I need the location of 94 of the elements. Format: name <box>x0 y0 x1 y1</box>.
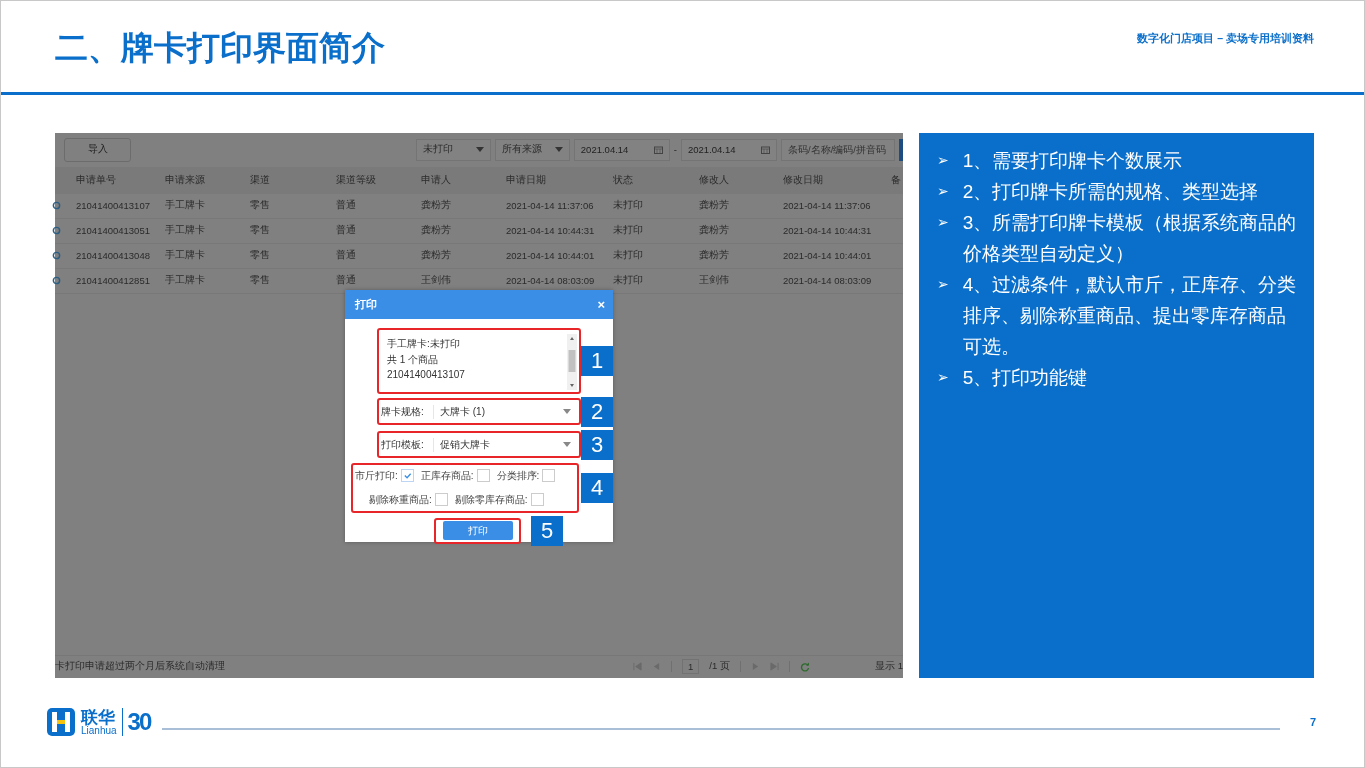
summary-line: 手工牌卡:未打印 <box>387 336 461 351</box>
column-header: 修改日期 <box>783 173 824 187</box>
summary-line: 21041400413107 <box>387 368 465 380</box>
import-button[interactable]: 导入 <box>64 137 131 162</box>
column-header: 申请日期 <box>506 173 547 187</box>
field-label: 打印模板: <box>381 437 434 452</box>
table-cell-text: 龚粉芳 <box>421 249 452 263</box>
column-header: 申请单号 <box>76 173 117 187</box>
print-button[interactable]: 打印 <box>442 521 513 541</box>
bullet-arrow: ➢ <box>937 181 949 201</box>
callout-number: 4 <box>581 472 613 503</box>
select-dropdown[interactable]: 促销大牌卡 <box>434 437 575 452</box>
filter-dropdown[interactable]: 所有来源 <box>494 138 570 161</box>
table-cell-text: 普通 <box>336 274 357 288</box>
table-cell-text: 手工牌卡 <box>165 199 206 213</box>
table-cell-text: 手工牌卡 <box>165 224 206 238</box>
table-cell-text: 2021-04-14 08:03:09 <box>783 275 873 287</box>
table-cell-text: 2021-04-14 11:37:06 <box>783 200 872 212</box>
bullet-arrow: ➢ <box>937 150 949 170</box>
table-cell-text: 21041400412851 <box>76 275 151 287</box>
page-number: 7 <box>1309 716 1316 729</box>
table-cell-text: 龚粉芳 <box>699 249 730 263</box>
table-cell-text: 未打印 <box>613 274 644 288</box>
summary-line: 共 1 个商品 <box>387 352 440 367</box>
cleanup-note: 卡打印申请超过两个月后系统自动清理 <box>55 660 225 674</box>
callout-number: 1 <box>581 345 613 376</box>
page-total: /1 页 <box>709 660 730 674</box>
table-cell-text: 2021-04-14 10:44:31 <box>783 225 873 237</box>
column-header: 渠道等级 <box>336 173 377 187</box>
table-cell-text: 2021-04-14 11:37:06 <box>506 200 595 212</box>
slide-title: 二、牌卡打印界面简介 <box>55 28 385 68</box>
table-cell-text: 龚粉芳 <box>699 224 730 238</box>
note-text: 1、需要打印牌卡个数展示 <box>962 148 1183 173</box>
column-header: 备 <box>891 173 902 187</box>
table-cell-text: 零售 <box>250 224 271 238</box>
search-field[interactable]: 条码/名称/编码/拼音码 <box>781 138 895 161</box>
column-header: 状态 <box>613 173 634 187</box>
display-count: 显示 1 <box>875 660 903 674</box>
table-cell-text: 零售 <box>250 249 271 263</box>
bullet-arrow: ➢ <box>937 367 949 387</box>
close-button[interactable]: × <box>597 296 605 312</box>
date-field[interactable]: 2021.04.14 <box>573 138 670 161</box>
table-cell-text: 普通 <box>336 249 357 263</box>
column-header: 申请人 <box>421 173 452 187</box>
table-cell-text: 21041400413051 <box>76 225 151 237</box>
logo-latin-name: Lianhua <box>81 726 117 736</box>
anniversary-mark: 30 <box>127 708 151 737</box>
note-text: 5、打印功能键 <box>962 365 1088 390</box>
option-label: 分类排序: <box>496 468 540 483</box>
table-cell-text: 龚粉芳 <box>699 199 730 213</box>
bullet-arrow: ➢ <box>937 274 949 294</box>
option-label: 剔除称重商品: <box>369 492 432 507</box>
table-cell-text: 2021-04-14 08:03:09 <box>506 275 596 287</box>
table-cell-text: 未打印 <box>613 249 644 263</box>
logo-name: 联华 <box>81 709 115 726</box>
table-cell-text: 龚粉芳 <box>421 199 452 213</box>
table-cell-text: 21041400413048 <box>76 250 151 262</box>
select-dropdown[interactable]: 大牌卡 (1) <box>434 404 575 419</box>
note-text: 3、所需打印牌卡模板（根据系统商品的价格类型自动定义） <box>962 210 1298 266</box>
option-label: 市斤打印: <box>355 468 398 483</box>
table-cell-text: 2021-04-14 10:44:31 <box>506 225 596 237</box>
note-text: 4、过滤条件，默认市斤，正库存、分类排序、剔除称重商品、提出零库存商品可选。 <box>962 272 1298 359</box>
callout-number: 5 <box>531 515 563 546</box>
column-header: 修改人 <box>699 173 730 187</box>
table-cell-text: 王剑伟 <box>421 274 452 288</box>
table-cell-text: 手工牌卡 <box>165 274 206 288</box>
field-label: 牌卡规格: <box>381 404 434 419</box>
slide-subtitle: 数字化门店项目 – 卖场专用培训资料 <box>1137 31 1314 46</box>
table-cell-text: 普通 <box>336 224 357 238</box>
option-label: 剔除零库存商品: <box>454 492 528 507</box>
callout-number: 3 <box>581 429 613 460</box>
table-cell-text: 未打印 <box>613 224 644 238</box>
table-cell-text: 普通 <box>336 199 357 213</box>
callout-number: 2 <box>581 396 613 427</box>
column-header: 渠道 <box>250 173 271 187</box>
table-cell-text: 2021-04-14 10:44:01 <box>506 250 596 262</box>
column-header: 申请来源 <box>165 173 206 187</box>
table-cell-text: 未打印 <box>613 199 644 213</box>
page-field[interactable]: 1 <box>682 659 700 675</box>
table-cell-text: 零售 <box>250 274 271 288</box>
note-text: 2、打印牌卡所需的规格、类型选择 <box>962 179 1259 204</box>
option-label: 正库存商品: <box>420 468 474 483</box>
dialog-title: 打印 <box>355 296 377 312</box>
table-cell-text: 王剑伟 <box>699 274 730 288</box>
table-cell-text: 手工牌卡 <box>165 249 206 263</box>
date-separator: - <box>673 144 677 156</box>
table-cell-text: 21041400413107 <box>76 200 151 212</box>
table-cell-text: 零售 <box>250 199 271 213</box>
summary-text-area[interactable]: 手工牌卡:未打印 共 1 个商品 21041400413107 <box>379 329 579 392</box>
filter-dropdown[interactable]: 未打印 <box>415 138 491 161</box>
table-cell-text: 龚粉芳 <box>421 224 452 238</box>
table-cell-text: 2021-04-14 10:44:01 <box>783 250 873 262</box>
date-field[interactable]: 2021.04.14 <box>681 138 777 161</box>
bullet-arrow: ➢ <box>937 212 949 232</box>
